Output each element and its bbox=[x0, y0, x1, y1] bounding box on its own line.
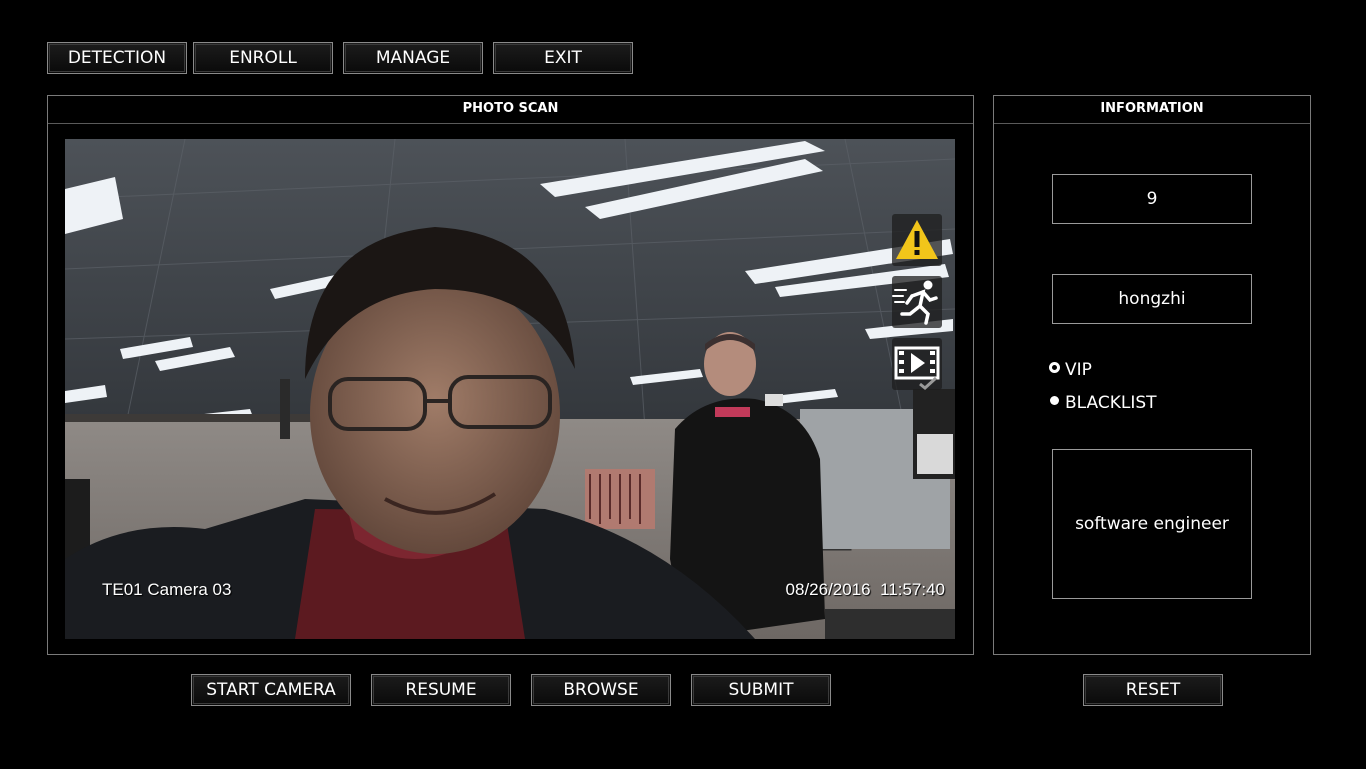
exit-button[interactable]: EXIT bbox=[493, 42, 633, 74]
submit-button[interactable]: SUBMIT bbox=[691, 674, 831, 706]
video-play-icon[interactable] bbox=[892, 338, 942, 390]
running-person-icon[interactable] bbox=[892, 276, 942, 328]
resume-button[interactable]: RESUME bbox=[371, 674, 511, 706]
vip-radio-label: VIP bbox=[1065, 360, 1092, 380]
photo-scan-title: PHOTO SCAN bbox=[48, 96, 973, 124]
blacklist-radio-option[interactable]: BLACKLIST bbox=[1050, 393, 1157, 413]
start-camera-button[interactable]: START CAMERA bbox=[191, 674, 351, 706]
vip-radio-option[interactable]: VIP bbox=[1050, 360, 1092, 380]
enroll-button[interactable]: ENROLL bbox=[193, 42, 333, 74]
vip-radio-button[interactable] bbox=[1050, 362, 1059, 372]
warning-icon[interactable] bbox=[892, 214, 942, 266]
manage-button[interactable]: MANAGE bbox=[343, 42, 483, 74]
camera-label: TE01 Camera 03 bbox=[102, 580, 232, 599]
name-field[interactable]: hongzhi bbox=[1052, 274, 1252, 324]
information-title: INFORMATION bbox=[994, 96, 1310, 124]
detection-button[interactable]: DETECTION bbox=[47, 42, 187, 74]
camera-image bbox=[65, 139, 955, 639]
camera-timestamp: 08/26/2016 11:57:40 bbox=[785, 580, 945, 599]
description-field[interactable]: software engineer bbox=[1052, 449, 1252, 599]
blacklist-radio-label: BLACKLIST bbox=[1065, 393, 1157, 413]
camera-feed: TE01 Camera 03 08/26/2016 11:57:40 bbox=[65, 139, 955, 639]
browse-button[interactable]: BROWSE bbox=[531, 674, 671, 706]
reset-button[interactable]: RESET bbox=[1083, 674, 1223, 706]
blacklist-radio-button[interactable] bbox=[1050, 395, 1059, 405]
id-field[interactable]: 9 bbox=[1052, 174, 1252, 224]
